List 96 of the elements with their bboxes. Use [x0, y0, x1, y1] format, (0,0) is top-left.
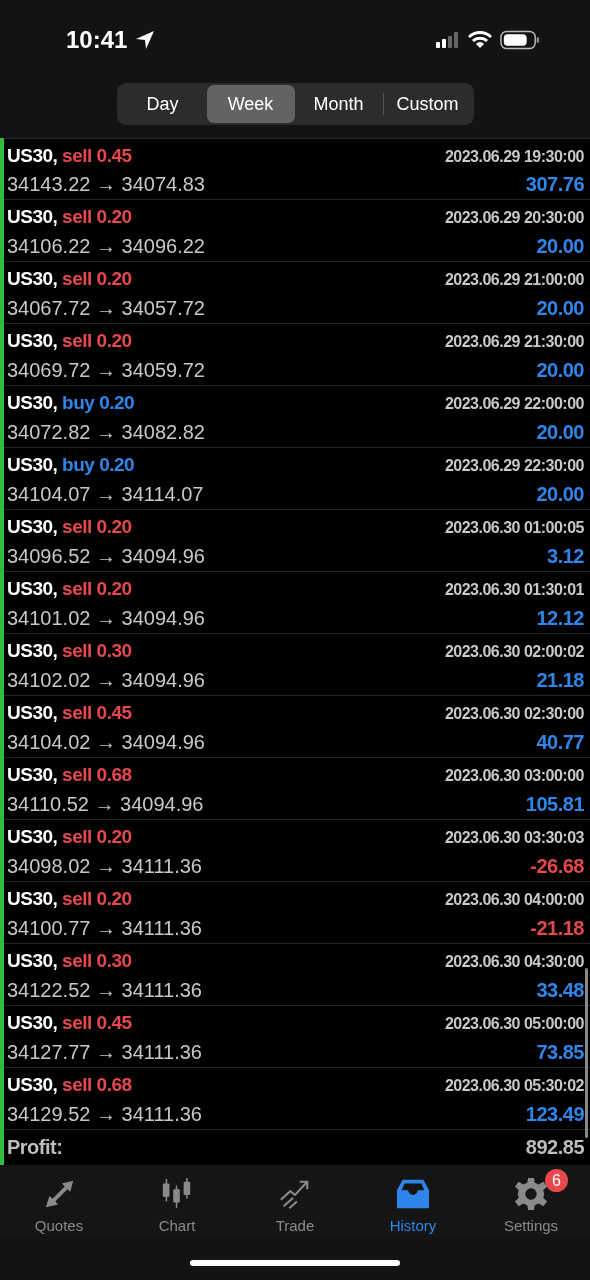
trade-title: US30, sell 0.30 [7, 950, 132, 973]
trade-profit: -26.68 [530, 854, 584, 878]
trade-prices: 34104.02 → 34094.96 [7, 730, 205, 754]
trade-prices: 34143.22 → 34074.83 [7, 173, 205, 196]
tab-bar-item[interactable]: Chart [118, 1165, 236, 1236]
trade-prices: 34106.22 → 34096.22 [7, 234, 205, 258]
signal-icon [436, 32, 460, 48]
trade-prices: 34069.72 → 34059.72 [7, 358, 205, 382]
profit-label: Profit: [7, 1136, 63, 1159]
trade-title: US30, sell 0.20 [7, 206, 132, 229]
trade-prices: 34122.52 → 34111.36 [7, 978, 202, 1002]
trade-prices: 34101.02 → 34094.96 [7, 606, 205, 630]
trade-time: 2023.06.30 03:30:03 [444, 829, 584, 848]
location-arrow-icon [135, 30, 156, 50]
trade-row[interactable]: US30, sell 0.45 2023.06.30 02:30:00 34104.02 → 34094.96 40.77 [4, 696, 590, 758]
trade-title: US30, sell 0.20 [7, 888, 132, 911]
trade-prices: 34110.52 → 34094.96 [7, 792, 204, 816]
trade-row[interactable]: US30, sell 0.30 2023.06.30 02:00:02 34102.02 → 34094.96 21.18 [4, 634, 590, 696]
trade-profit: -21.18 [530, 916, 584, 940]
trade-time: 2023.06.29 21:00:00 [444, 271, 584, 290]
notification-badge: 6 [545, 1169, 568, 1192]
trade-profit: 40.77 [536, 730, 584, 754]
trade-prices: 34102.02 → 34094.96 [7, 668, 205, 692]
trade-title: US30, sell 0.68 [7, 1074, 132, 1097]
trade-row[interactable]: US30, sell 0.68 2023.06.30 03:00:00 34110.52 → 34094.96 105.81 [4, 758, 590, 820]
trade-time: 2023.06.30 02:30:00 [444, 705, 584, 724]
trade-title: US30, sell 0.45 [7, 145, 132, 167]
trade-time: 2023.06.29 20:30:00 [444, 209, 584, 228]
trade-prices: 34098.02 → 34111.36 [7, 854, 202, 878]
trade-row[interactable]: US30, sell 0.45 2023.06.29 19:30:00 34143.22 → 34074.83 307.76 [4, 138, 590, 200]
clock-time: 10:41 [66, 26, 128, 54]
trade-row[interactable]: US30, sell 0.20 2023.06.30 04:00:00 34100.77 → 34111.36 -21.18 [4, 882, 590, 944]
trade-row[interactable]: US30, sell 0.20 2023.06.29 21:30:00 34069.72 → 34059.72 20.00 [4, 324, 590, 386]
trade-time: 2023.06.30 02:00:02 [444, 643, 584, 662]
trade-title: US30, sell 0.20 [7, 268, 132, 291]
trade-profit: 12.12 [536, 606, 584, 630]
inbox-tray-icon [396, 1177, 430, 1211]
trade-time: 2023.06.30 04:00:00 [444, 891, 584, 910]
trade-title: US30, sell 0.20 [7, 330, 132, 353]
trade-profit: 20.00 [536, 482, 584, 506]
trade-time: 2023.06.30 03:00:00 [444, 767, 584, 786]
trade-time: 2023.06.30 01:00:05 [444, 519, 584, 538]
trade-time: 2023.06.30 04:30:00 [444, 953, 584, 972]
trade-row[interactable]: US30, sell 0.20 2023.06.29 21:00:00 34067.72 → 34057.72 20.00 [4, 262, 590, 324]
trade-time: 2023.06.29 22:30:00 [444, 457, 584, 476]
trade-time: 2023.06.29 22:00:00 [444, 395, 584, 414]
trade-time: 2023.06.30 05:00:00 [444, 1015, 584, 1034]
trade-prices: 34100.77 → 34111.36 [7, 916, 202, 940]
tab-bar-item[interactable]: 6 Settings [472, 1165, 590, 1236]
trade-profit: 123.49 [525, 1102, 584, 1126]
settings-icon [514, 1177, 548, 1211]
trade-profit: 33.48 [536, 978, 584, 1002]
trade-time: 2023.06.30 01:30:01 [444, 581, 584, 600]
period-tab[interactable]: Week [206, 85, 295, 123]
trade-profit: 105.81 [525, 792, 584, 816]
trade-row[interactable]: US30, sell 0.20 2023.06.29 20:30:00 34106.22 → 34096.22 20.00 [4, 200, 590, 262]
trade-title: US30, buy 0.20 [7, 454, 135, 477]
period-tab[interactable]: Month [294, 85, 383, 123]
profit-total: 892.85 [525, 1136, 584, 1159]
trade-row[interactable]: US30, sell 0.20 2023.06.30 01:00:05 34096.52 → 34094.96 3.12 [4, 510, 590, 572]
trade-row[interactable]: US30, buy 0.20 2023.06.29 22:30:00 34104.07 → 34114.07 20.00 [4, 448, 590, 510]
tab-bar-item[interactable]: Trade [236, 1165, 354, 1236]
trade-profit: 21.18 [536, 668, 584, 692]
trade-time: 2023.06.30 05:30:02 [444, 1077, 584, 1096]
trade-title: US30, sell 0.20 [7, 516, 132, 539]
trade-profit: 20.00 [536, 420, 584, 444]
trade-title: US30, sell 0.20 [7, 578, 132, 601]
trade-title: US30, sell 0.30 [7, 640, 132, 663]
tab-bar-item[interactable]: History [354, 1165, 472, 1236]
trade-prices: 34127.77 → 34111.36 [7, 1040, 202, 1064]
trade-prices: 34096.52 → 34094.96 [7, 544, 205, 568]
trade-row[interactable]: US30, buy 0.20 2023.06.29 22:00:00 34072.82 → 34082.82 20.00 [4, 386, 590, 448]
trade-time: 2023.06.29 19:30:00 [444, 148, 584, 166]
period-tab[interactable]: Day [118, 85, 207, 123]
trade-prices: 34104.07 → 34114.07 [7, 482, 204, 506]
trade-row[interactable]: US30, sell 0.20 2023.06.30 03:30:03 34098.02 → 34111.36 -26.68 [4, 820, 590, 882]
trade-title: US30, sell 0.45 [7, 1012, 132, 1035]
trade-prices: 34067.72 → 34057.72 [7, 296, 205, 320]
trade-title: US30, sell 0.68 [7, 764, 132, 787]
trade-title: US30, sell 0.20 [7, 826, 132, 849]
trade-profit: 20.00 [536, 296, 584, 320]
wifi-icon [468, 31, 492, 49]
trade-profit: 20.00 [536, 358, 584, 382]
trade-title: US30, buy 0.20 [7, 392, 135, 415]
period-tab[interactable]: Custom [383, 85, 472, 123]
tab-bar-item[interactable]: Quotes [0, 1165, 118, 1236]
trade-row[interactable]: US30, sell 0.20 2023.06.30 01:30:01 34101.02 → 34094.96 12.12 [4, 572, 590, 634]
trade-profit: 20.00 [536, 234, 584, 258]
battery-icon [500, 30, 540, 50]
trade-prices: 34072.82 → 34082.82 [7, 420, 205, 444]
trade-title: US30, sell 0.45 [7, 702, 132, 725]
trade-time: 2023.06.29 21:30:00 [444, 333, 584, 352]
trade-profit: 307.76 [525, 173, 584, 196]
trade-profit: 73.85 [536, 1040, 584, 1064]
trade-profit: 3.12 [547, 544, 584, 568]
trade-prices: 34129.52 → 34111.36 [7, 1102, 202, 1126]
